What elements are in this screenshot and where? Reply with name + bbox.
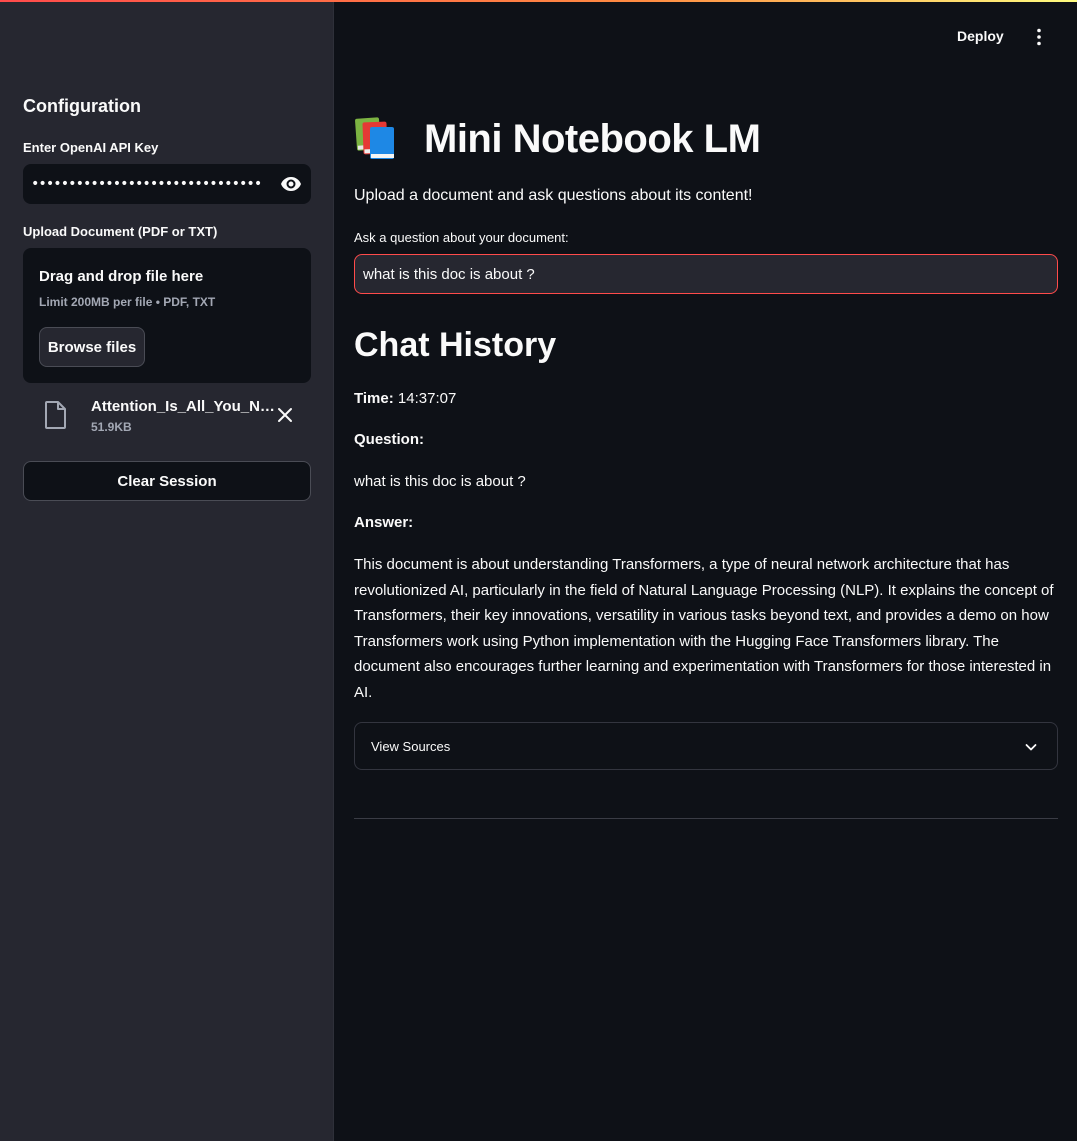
history-time: Time: 14:37:07 — [354, 390, 456, 407]
eye-icon[interactable] — [271, 164, 311, 204]
question-heading: Question: — [354, 431, 424, 448]
api-key-input[interactable] — [23, 164, 271, 204]
chat-history-heading: Chat History — [354, 326, 557, 364]
view-sources-label: View Sources — [371, 739, 451, 754]
view-sources-expander[interactable]: View Sources — [354, 722, 1058, 770]
dropzone-subtitle: Limit 200MB per file • PDF, TXT — [39, 295, 216, 309]
time-value: 14:37:07 — [397, 390, 457, 407]
chevron-down-icon — [1023, 739, 1039, 755]
history-question: what is this doc is about ? — [354, 473, 526, 490]
file-name: Attention_Is_All_You_Need.pdf — [91, 398, 275, 415]
file-dropzone[interactable]: Drag and drop file here Limit 200MB per … — [23, 248, 311, 383]
time-label: Time: — [354, 390, 394, 407]
question-input[interactable] — [354, 254, 1058, 294]
books-icon — [354, 116, 402, 162]
page-subtitle: Upload a document and ask questions abou… — [354, 187, 753, 204]
browse-files-button[interactable]: Browse files — [39, 327, 145, 367]
sidebar: Configuration Enter OpenAI API Key Uploa… — [0, 0, 334, 1141]
upload-label: Upload Document (PDF or TXT) — [23, 224, 218, 239]
question-label: Ask a question about your document: — [354, 230, 569, 245]
page-title: Mini Notebook LM — [354, 116, 761, 162]
file-icon — [45, 401, 67, 429]
api-key-field — [23, 164, 311, 204]
close-icon[interactable] — [275, 405, 295, 425]
divider — [354, 818, 1058, 819]
clear-session-button[interactable]: Clear Session — [23, 461, 311, 501]
answer-heading-label: Answer: — [354, 514, 414, 531]
main-content: Deploy Mini Notebook LM Upload a documen… — [335, 0, 1077, 1141]
uploaded-file: Attention_Is_All_You_Need.pdf 51.9KB — [23, 393, 311, 439]
header-decoration-bar — [0, 0, 1077, 2]
page-title-text: Mini Notebook LM — [424, 116, 761, 161]
answer-heading: Answer: — [354, 514, 413, 531]
sidebar-title: Configuration — [23, 96, 141, 116]
file-size: 51.9KB — [91, 420, 132, 434]
question-heading-label: Question: — [354, 431, 424, 448]
deploy-button[interactable]: Deploy — [957, 28, 1004, 44]
dropzone-title: Drag and drop file here — [39, 268, 204, 285]
api-key-label: Enter OpenAI API Key — [23, 140, 159, 155]
more-vertical-icon[interactable] — [1029, 27, 1049, 47]
history-answer: This document is about understanding Tra… — [354, 556, 1054, 701]
